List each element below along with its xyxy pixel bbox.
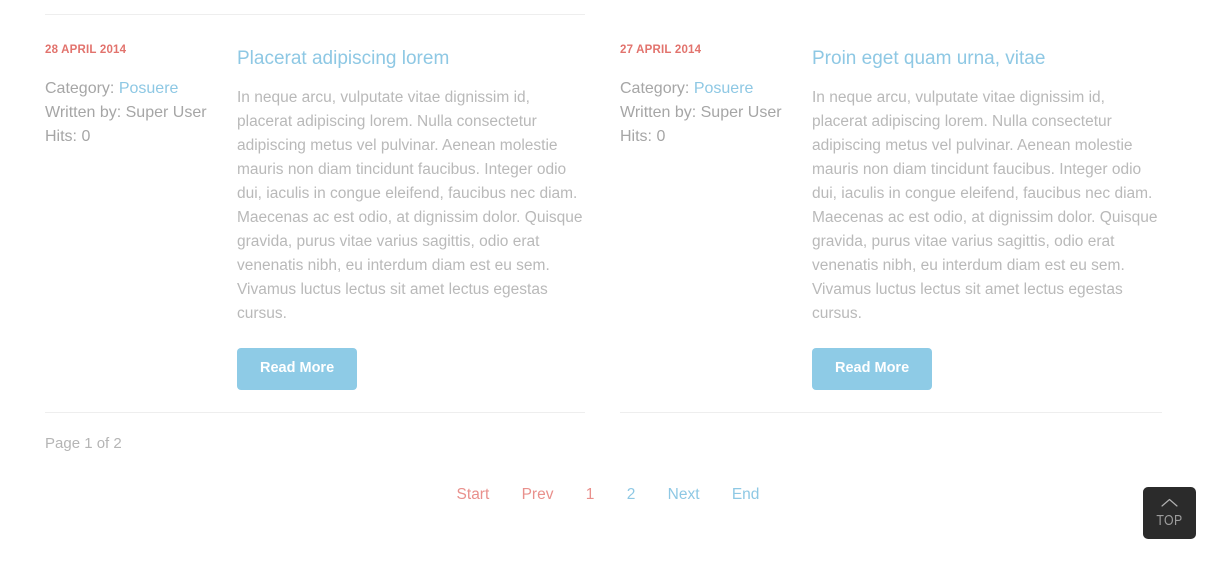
meta-author-label: Written by: [45, 104, 121, 121]
meta-hits: Hits: 0 [45, 125, 230, 149]
readmore-wrap: Read More [237, 326, 585, 390]
divider-bottom-left [45, 412, 585, 413]
published-date: 27 APRIL 2014 [620, 43, 805, 57]
meta-hits-label: Hits: [45, 128, 77, 145]
pagination-item-prev: Prev [522, 484, 554, 506]
meta-author-value: Super User [126, 104, 207, 121]
pagination-list: Start Prev 1 2 Next End [443, 484, 774, 506]
divider-bottom-right [620, 412, 1162, 413]
article-title-link[interactable]: Proin eget quam urna, vitae [812, 48, 1045, 69]
pagination-item-next[interactable]: Next [668, 484, 700, 506]
article-info-2: 27 APRIL 2014 Category: Posuere Written … [620, 15, 805, 149]
back-to-top-button[interactable]: TOP [1143, 487, 1196, 539]
pagination-next-link[interactable]: Next [668, 486, 700, 503]
article-title: Proin eget quam urna, vitae [812, 15, 1160, 71]
meta-hits-value: 0 [81, 128, 90, 145]
read-more-button[interactable]: Read More [812, 348, 932, 390]
meta-category-label: Category: [45, 80, 114, 97]
meta-category: Category: Posuere [620, 77, 805, 101]
blog-item-1: 28 APRIL 2014 Category: Posuere Written … [45, 14, 585, 397]
pagination-prev-label: Prev [522, 486, 554, 503]
blog-listing: 28 APRIL 2014 Category: Posuere Written … [0, 0, 1216, 577]
meta-hits-value: 0 [656, 128, 665, 145]
article-content-2: Proin eget quam urna, vitae In neque arc… [812, 15, 1160, 390]
pagination-item-start: Start [457, 484, 490, 506]
pagination-item-end[interactable]: End [732, 484, 760, 506]
article-intro: In neque arcu, vulputate vitae dignissim… [237, 71, 585, 326]
pagination-item-page-1: 1 [586, 484, 595, 506]
pagination-start-label: Start [457, 486, 490, 503]
pagination-item-page-2[interactable]: 2 [627, 484, 636, 506]
published-date: 28 APRIL 2014 [45, 43, 230, 57]
item-dividers-bottom [45, 412, 1171, 413]
blog-item-2: 27 APRIL 2014 Category: Posuere Written … [620, 14, 1160, 397]
meta-category-label: Category: [620, 80, 689, 97]
pagination-page-1-label: 1 [586, 486, 595, 503]
back-to-top-label: TOP [1148, 510, 1191, 529]
article-info-1: 28 APRIL 2014 Category: Posuere Written … [45, 15, 230, 149]
article-meta-list: Category: Posuere Written by: Super User… [45, 77, 230, 149]
pagination: Start Prev 1 2 Next End [0, 484, 1216, 506]
readmore-wrap: Read More [812, 326, 1160, 390]
meta-category: Category: Posuere [45, 77, 230, 101]
chevron-up-icon [1143, 487, 1196, 510]
read-more-button[interactable]: Read More [237, 348, 357, 390]
item-body: 27 APRIL 2014 Category: Posuere Written … [620, 15, 1160, 397]
meta-category-link[interactable]: Posuere [694, 80, 754, 97]
meta-category-link[interactable]: Posuere [119, 80, 179, 97]
meta-hits: Hits: 0 [620, 125, 805, 149]
article-meta-list: Category: Posuere Written by: Super User… [620, 77, 805, 149]
pagination-counter: Page 1 of 2 [45, 434, 122, 454]
article-title: Placerat adipiscing lorem [237, 15, 585, 71]
pagination-page-2-link[interactable]: 2 [627, 486, 636, 503]
meta-author-label: Written by: [620, 104, 696, 121]
pagination-end-link[interactable]: End [732, 486, 760, 503]
meta-author: Written by: Super User [620, 101, 805, 125]
article-content-1: Placerat adipiscing lorem In neque arcu,… [237, 15, 585, 390]
article-intro: In neque arcu, vulputate vitae dignissim… [812, 71, 1160, 326]
meta-author-value: Super User [701, 104, 782, 121]
article-title-link[interactable]: Placerat adipiscing lorem [237, 48, 449, 69]
meta-author: Written by: Super User [45, 101, 230, 125]
item-body: 28 APRIL 2014 Category: Posuere Written … [45, 15, 585, 397]
meta-hits-label: Hits: [620, 128, 652, 145]
